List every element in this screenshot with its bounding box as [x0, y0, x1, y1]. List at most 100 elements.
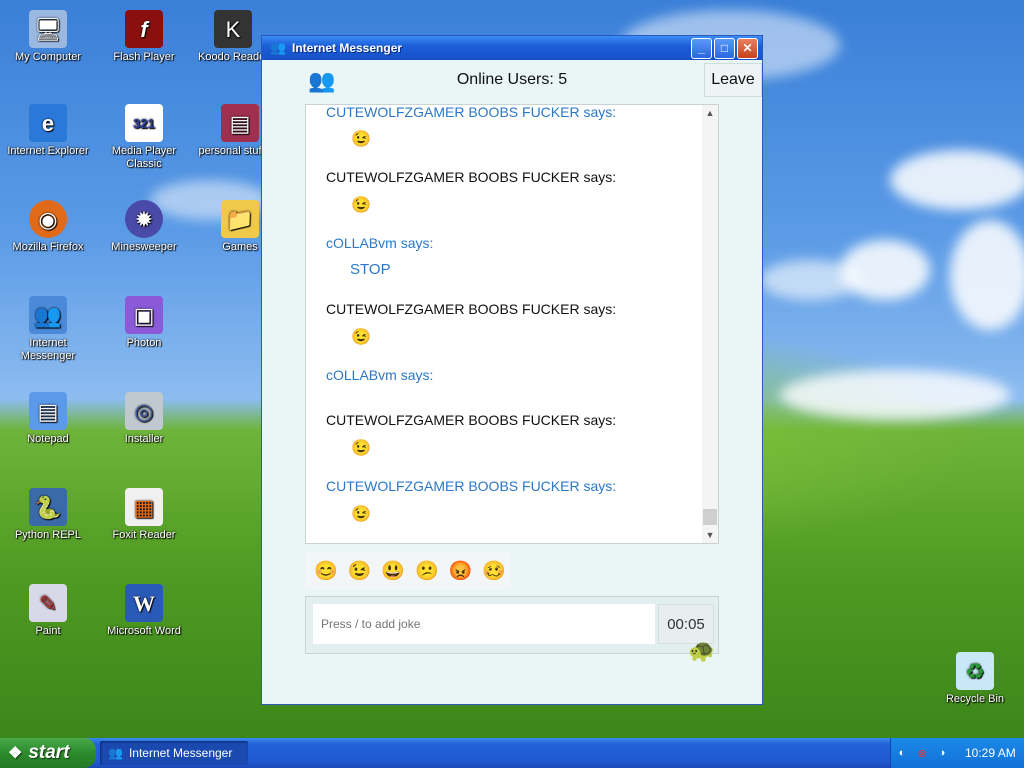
desktop-icon-koodo-reader[interactable]: K Koodo Reader: [198, 10, 268, 64]
flash-icon: f: [125, 10, 163, 48]
taskbar-item-internet-messenger[interactable]: 👥 Internet Messenger: [100, 741, 248, 765]
chat-message: CUTEWOLFZGAMER BOOBS FUCKER says:: [326, 301, 616, 317]
desktop-icon-paint[interactable]: ✎ Paint: [6, 584, 90, 638]
message-sender: cOLLABvm says:: [326, 235, 434, 251]
desktop-icon-flash-player[interactable]: f Flash Player: [102, 10, 186, 64]
volume-icon[interactable]: ◑: [933, 747, 951, 759]
recycle-bin-icon: ♻: [956, 652, 994, 690]
taskbar-item-label: Internet Messenger: [128, 746, 233, 760]
desktop-icon-internet-messenger[interactable]: 👥 Internet Messenger: [6, 296, 90, 363]
media-player-icon: 321: [125, 104, 163, 142]
chat-message: CUTEWOLFZGAMER BOOBS FUCKER says:: [326, 104, 617, 120]
wink-emoji-icon: 😉: [351, 329, 371, 346]
desktop-icon-label: Internet Explorer: [7, 145, 89, 157]
desktop-icon-notepad[interactable]: ▤ Notepad: [6, 392, 90, 446]
reader-icon: K: [214, 10, 252, 48]
mine-icon: ✹: [125, 200, 163, 238]
message-sender: CUTEWOLFZGAMER BOOBS FUCKER says:: [326, 478, 617, 494]
network-icon[interactable]: ◐: [893, 747, 911, 759]
desktop-icon-my-computer[interactable]: 🖥 My Computer: [6, 10, 90, 64]
scroll-up-icon[interactable]: ▲: [702, 105, 718, 121]
desktop-icon-microsoft-word[interactable]: W Microsoft Word: [102, 584, 186, 638]
wink-emoji-icon[interactable]: 😉: [343, 559, 377, 583]
start-button[interactable]: ❖ start: [0, 738, 96, 768]
windows-flag-icon: ❖: [8, 745, 23, 762]
minimize-button[interactable]: _: [691, 37, 712, 59]
messenger-icon: 👥: [270, 40, 287, 55]
folder-icon: 📁: [221, 200, 259, 238]
chat-message: cOLLABvm says:: [326, 367, 433, 383]
maximize-button[interactable]: □: [714, 37, 735, 59]
clock: 10:29 AM: [965, 746, 1016, 760]
wink-emoji-icon: 😉: [351, 506, 371, 523]
grin-emoji-icon[interactable]: 😃: [376, 559, 410, 583]
desktop-icon-label: Koodo Reader: [198, 51, 268, 63]
computer-icon: 🖥: [29, 10, 67, 48]
installer-icon: ◎: [125, 392, 163, 430]
desktop-icon-label: Recycle Bin: [945, 693, 1005, 705]
message-text: STOP: [350, 261, 391, 278]
scroll-down-icon[interactable]: ▼: [702, 527, 718, 543]
message-input-area: 00:05: [305, 596, 719, 654]
online-users-count: Online Users: 5: [456, 71, 568, 88]
message-sender: CUTEWOLFZGAMER BOOBS FUCKER says:: [326, 169, 617, 185]
desktop-icon-minesweeper[interactable]: ✹ Minesweeper: [102, 200, 186, 254]
desktop-icon-internet-explorer[interactable]: e Internet Explorer: [6, 104, 90, 158]
desktop-icon-label: Paint: [35, 625, 61, 637]
woozy-emoji-icon[interactable]: 🥴: [477, 559, 511, 583]
desktop-icon-python-repl[interactable]: 🐍 Python REPL: [6, 488, 90, 542]
photo-icon: ▣: [125, 296, 163, 334]
internet-explorer-icon: e: [29, 104, 67, 142]
bot-avatar-icon[interactable]: 🐢: [688, 638, 715, 664]
chat-message: cOLLABvm says:: [326, 235, 433, 251]
message-sender: CUTEWOLFZGAMER BOOBS FUCKER says:: [326, 301, 617, 317]
desktop-icon-label: Photon: [126, 337, 162, 349]
wink-emoji-icon: 😉: [351, 440, 371, 457]
window-titlebar[interactable]: 👥 Internet Messenger _ □ ✕: [262, 36, 762, 60]
wink-emoji-icon: 😉: [351, 131, 371, 148]
messenger-window: 👥 Internet Messenger _ □ ✕ 👥 Online User…: [262, 36, 762, 704]
security-alert-icon[interactable]: ⊗: [913, 747, 931, 760]
notepad-icon: ▤: [29, 392, 67, 430]
smile-emoji-icon[interactable]: 😊: [309, 559, 343, 583]
angry-emoji-icon[interactable]: 😡: [444, 559, 478, 583]
wink-emoji-icon: 😉: [351, 197, 371, 214]
start-label: start: [28, 742, 70, 763]
desktop-icon-photon[interactable]: ▣ Photon: [102, 296, 186, 350]
leave-button[interactable]: Leave: [704, 63, 762, 97]
window-title: Internet Messenger: [292, 41, 403, 55]
chat-message: CUTEWOLFZGAMER BOOBS FUCKER says:: [326, 412, 616, 428]
archive-icon: ▤: [221, 104, 259, 142]
taskbar: ❖ start 👥 Internet Messenger ◐ ⊗ ◑ 10:29…: [0, 738, 1024, 768]
desktop-icon-label: Media Player Classic: [111, 145, 177, 170]
desktop-icon-installer[interactable]: ◎ Installer: [102, 392, 186, 446]
chat-message: CUTEWOLFZGAMER BOOBS FUCKER says:: [326, 478, 616, 494]
emoji-bar: 😊 😉 😃 😕 😡 🥴: [305, 552, 511, 590]
firefox-icon: ◉: [29, 200, 67, 238]
message-sender: cOLLABvm says:: [326, 367, 434, 383]
system-tray: ◐ ⊗ ◑ 10:29 AM: [890, 738, 1024, 768]
scroll-thumb[interactable]: [703, 509, 717, 525]
desktop-icon-label: Minesweeper: [111, 241, 177, 253]
desktop-icon-recycle-bin[interactable]: ♻ Recycle Bin: [933, 652, 1017, 706]
desktop-icon-label: Mozilla Firefox: [12, 241, 84, 253]
close-button[interactable]: ✕: [737, 37, 758, 59]
desktop-icon-foxit-reader[interactable]: ▦ Foxit Reader: [102, 488, 186, 542]
message-input[interactable]: [313, 604, 655, 644]
desktop-icon-label: Internet Messenger: [20, 337, 76, 362]
desktop-icon-label: My Computer: [14, 51, 82, 63]
message-sender: CUTEWOLFZGAMER BOOBS FUCKER says:: [326, 104, 617, 120]
desktop-icon-label: Python REPL: [14, 529, 82, 541]
python-icon: 🐍: [29, 488, 67, 526]
messenger-icon: 👥: [29, 296, 67, 334]
chat-log[interactable]: CUTEWOLFZGAMER BOOBS FUCKER says: 😉 CUTE…: [305, 104, 719, 544]
desktop-icon-label: Notepad: [27, 433, 69, 445]
desktop-icon-label: Microsoft Word: [107, 625, 181, 637]
desktop-icon-media-player-classic[interactable]: 321 Media Player Classic: [102, 104, 186, 171]
chat-scrollbar[interactable]: ▲ ▼: [702, 105, 718, 543]
desktop-icon-label: Flash Player: [113, 51, 175, 63]
paint-icon: ✎: [29, 584, 67, 622]
confused-emoji-icon[interactable]: 😕: [410, 559, 444, 583]
desktop-icon-label: Installer: [124, 433, 164, 445]
desktop-icon-mozilla-firefox[interactable]: ◉ Mozilla Firefox: [6, 200, 90, 254]
